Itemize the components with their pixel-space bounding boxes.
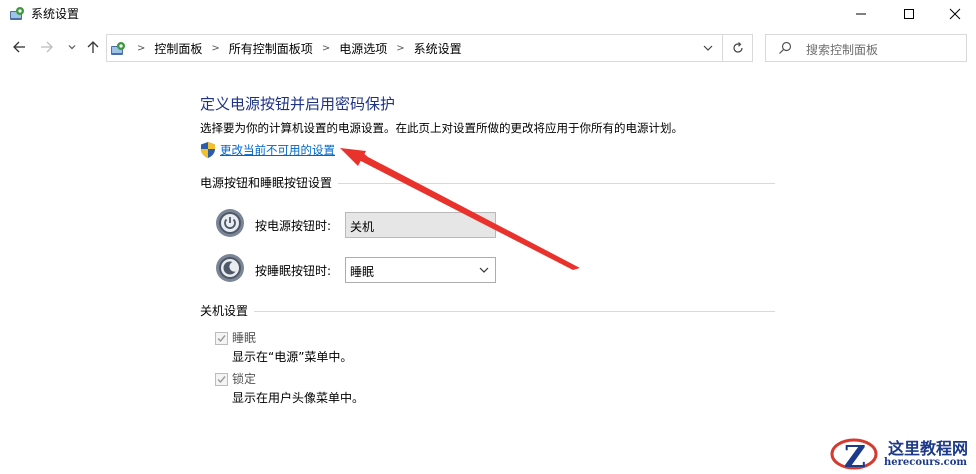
breadcrumb-item-all-items[interactable]: 所有控制面板项	[229, 40, 313, 57]
change-unavailable-settings-link[interactable]: 更改当前不可用的设置	[220, 142, 335, 158]
maximize-button[interactable]	[886, 0, 932, 28]
window-title: 系统设置	[31, 7, 80, 21]
close-button[interactable]	[932, 0, 976, 28]
power-button-label: 按电源按钮时:	[255, 219, 332, 233]
breadcrumb-item-power-options[interactable]: 电源选项	[339, 40, 387, 57]
lock-checkbox	[215, 373, 228, 386]
search-placeholder: 搜索控制面板	[806, 43, 879, 57]
chevron-down-icon	[68, 45, 76, 50]
title-bar: 系统设置	[0, 0, 976, 28]
breadcrumb-separator: >	[137, 42, 146, 54]
control-panel-icon	[10, 7, 24, 20]
main-content: 定义电源按钮并启用密码保护 选择要为你的计算机设置的电源设置。在此页上对设置所做…	[0, 66, 976, 474]
power-button-icon	[216, 209, 244, 237]
page-description: 选择要为你的计算机设置的电源设置。在此页上对设置所做的更改将应用于你所有的电源计…	[200, 121, 683, 135]
up-button[interactable]	[84, 38, 102, 56]
page-title: 定义电源按钮并启用密码保护	[200, 95, 396, 113]
back-button[interactable]	[10, 38, 28, 56]
svg-text:Z: Z	[844, 440, 866, 474]
chevron-down-icon	[479, 267, 489, 273]
breadcrumb: > 控制面板 > 所有控制面板项 > 电源选项 > 系统设置	[131, 35, 462, 61]
search-box[interactable]: 搜索控制面板	[765, 34, 967, 62]
refresh-icon	[733, 42, 743, 53]
sleep-option-label: 睡眠	[232, 331, 257, 345]
sleep-button-action-value: 睡眠	[350, 265, 375, 279]
breadcrumb-item-system-settings[interactable]: 系统设置	[414, 40, 462, 57]
breadcrumb-separator: >	[396, 42, 405, 54]
checkmark-icon	[217, 335, 226, 343]
arrow-right-icon	[41, 41, 53, 53]
power-button-action-select: 关机	[345, 212, 496, 238]
arrow-left-icon	[13, 41, 25, 53]
watermark-url: herecours.com	[884, 457, 968, 468]
recent-locations-button[interactable]	[63, 38, 81, 56]
section-title: 关机设置	[200, 302, 255, 319]
section-title: 电源按钮和睡眠按钮设置	[200, 174, 339, 191]
navigation-bar: > 控制面板 > 所有控制面板项 > 电源选项 > 系统设置 搜索控制面板	[0, 30, 976, 66]
address-bar[interactable]: > 控制面板 > 所有控制面板项 > 电源选项 > 系统设置	[106, 34, 753, 62]
uac-shield-icon	[201, 142, 215, 158]
breadcrumb-item-control-panel[interactable]: 控制面板	[154, 40, 202, 57]
lock-option-label: 锁定	[232, 372, 257, 386]
power-buttons-section-header: 电源按钮和睡眠按钮设置	[200, 174, 775, 191]
power-button-action-value: 关机	[350, 220, 375, 234]
section-divider	[200, 311, 775, 312]
refresh-button[interactable]	[729, 39, 747, 57]
search-icon	[779, 41, 792, 54]
control-panel-icon	[111, 42, 125, 55]
close-icon	[949, 8, 961, 20]
shutdown-section-header: 关机设置	[200, 302, 775, 319]
sleep-button-action-select[interactable]: 睡眠	[345, 257, 496, 283]
forward-button[interactable]	[38, 38, 56, 56]
breadcrumb-separator: >	[211, 42, 220, 54]
sleep-option-description: 显示在“电源”菜单中。	[232, 350, 353, 364]
sleep-button-label: 按睡眠按钮时:	[255, 264, 332, 278]
address-history-button[interactable]	[699, 39, 717, 57]
chevron-down-icon	[703, 45, 713, 51]
divider	[722, 35, 723, 61]
arrow-up-icon	[87, 41, 99, 53]
checkmark-icon	[217, 376, 226, 384]
sleep-checkbox	[215, 332, 228, 345]
minimize-button[interactable]	[838, 0, 884, 28]
maximize-icon	[904, 9, 914, 19]
lock-option-description: 显示在用户头像菜单中。	[232, 391, 365, 405]
minimize-icon	[856, 13, 866, 15]
sleep-button-icon	[216, 254, 244, 282]
breadcrumb-separator: >	[321, 42, 331, 54]
watermark-text: 这里教程网	[888, 439, 969, 458]
